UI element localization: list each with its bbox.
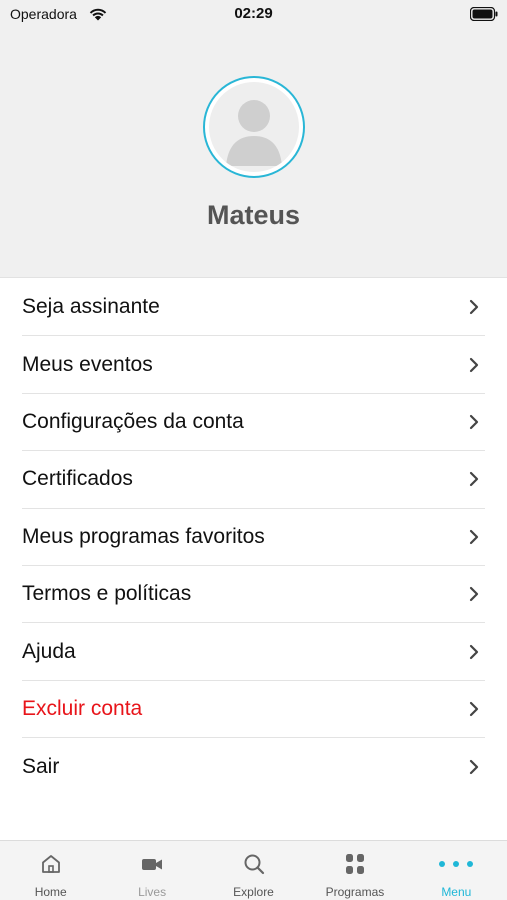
battery-icon xyxy=(470,7,498,21)
chevron-right-icon xyxy=(469,357,479,372)
chevron-right-icon xyxy=(469,472,479,487)
tab-label: Home xyxy=(34,885,67,899)
chevron-right-icon xyxy=(469,701,479,717)
chevron-right-icon xyxy=(469,759,479,774)
tab-menu[interactable]: Menu xyxy=(406,841,507,900)
tab-programas[interactable]: Programas xyxy=(304,841,405,900)
status-bar: Operadora 02:29 xyxy=(0,0,507,30)
user-placeholder-icon xyxy=(209,82,299,172)
menu-item-label: Configurações da conta xyxy=(22,409,244,433)
tab-explore[interactable]: Explore xyxy=(203,841,304,900)
tab-lives[interactable]: Lives xyxy=(101,841,202,900)
more-dots-icon xyxy=(439,861,474,867)
tab-label: Menu xyxy=(441,885,472,899)
avatar[interactable] xyxy=(203,76,305,178)
menu-item-label: Termos e políticas xyxy=(22,582,192,606)
tab-home[interactable]: Home xyxy=(0,841,101,900)
tab-label: Explore xyxy=(233,885,274,899)
chevron-right-icon xyxy=(469,414,479,430)
tab-label: Programas xyxy=(325,885,385,899)
menu-item-sair[interactable]: Sair xyxy=(22,738,485,795)
chevron-right-icon xyxy=(469,300,479,315)
menu-item-label: Meus programas favoritos xyxy=(22,524,265,548)
chevron-right-icon xyxy=(469,529,479,544)
chevron-right-icon xyxy=(469,644,479,659)
profile-name: Mateus xyxy=(206,200,301,230)
menu-item-label: Seja assinante xyxy=(22,295,160,319)
tab-label: Lives xyxy=(138,885,167,899)
chevron-right-icon xyxy=(469,587,479,602)
search-icon xyxy=(244,854,264,875)
menu-item-label: Excluir conta xyxy=(22,696,143,720)
tab-bar: Home Lives Explore Programas Menu xyxy=(0,840,507,900)
menu-item-termos-e-politicas[interactable]: Termos e políticas xyxy=(22,566,485,624)
menu-item-excluir-conta[interactable]: Excluir conta xyxy=(22,681,485,739)
menu-item-configuracoes-da-conta[interactable]: Configurações da conta xyxy=(22,394,485,452)
grid-icon xyxy=(345,854,364,874)
profile-header: Mateus xyxy=(0,30,507,278)
menu-item-certificados[interactable]: Certificados xyxy=(22,451,485,509)
menu-item-seja-assinante[interactable]: Seja assinante xyxy=(22,279,485,337)
status-time: 02:29 xyxy=(234,5,273,22)
menu-list: Seja assinante Meus eventos Configuraçõe… xyxy=(0,279,507,796)
home-icon xyxy=(41,855,60,873)
menu-item-label: Meus eventos xyxy=(22,352,153,376)
menu-item-label: Sair xyxy=(22,754,60,778)
menu-item-meus-eventos[interactable]: Meus eventos xyxy=(22,336,485,394)
menu-item-ajuda[interactable]: Ajuda xyxy=(22,623,485,681)
video-camera-icon xyxy=(142,859,163,870)
menu-item-meus-programas-favoritos[interactable]: Meus programas favoritos xyxy=(22,509,485,566)
menu-item-label: Ajuda xyxy=(22,639,76,663)
menu-item-label: Certificados xyxy=(22,467,133,491)
